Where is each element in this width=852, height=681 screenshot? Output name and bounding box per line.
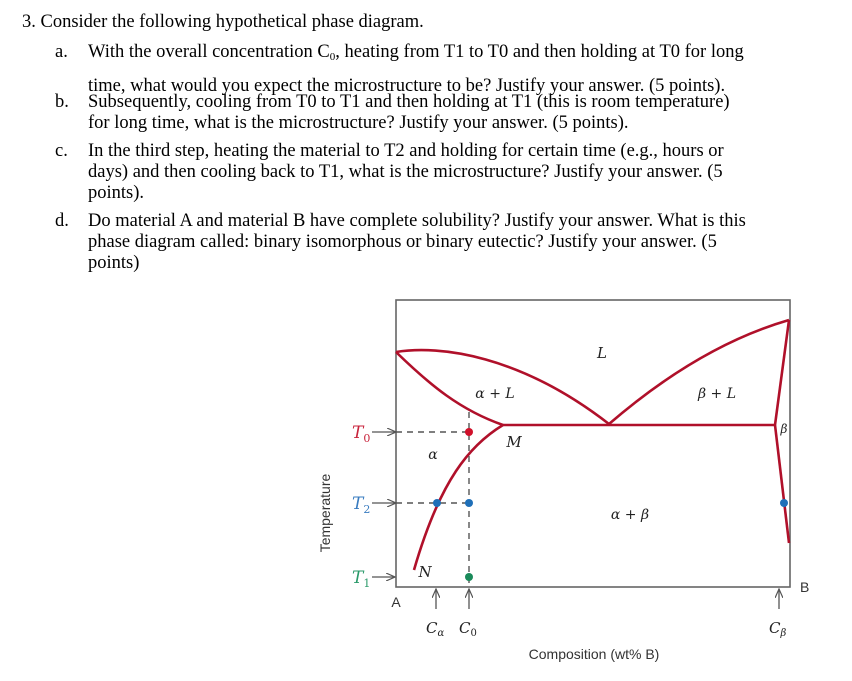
beta-liquidus-line (608, 318, 790, 425)
T0-point (465, 428, 473, 436)
T0-label: T0 (352, 423, 370, 445)
C-beta-subscript: β (779, 628, 786, 639)
region-label-beta-plus-liquid: β + L (697, 386, 736, 402)
component-B-label: B (800, 579, 809, 595)
dashed-guides (396, 412, 470, 587)
C-beta-name: C (769, 619, 781, 637)
point-label-N: N (417, 563, 432, 581)
region-label-alpha-plus-beta: α + β (611, 507, 649, 523)
C-alpha-label: Cα (426, 619, 444, 639)
component-A-label: A (391, 594, 401, 610)
C-alpha-name: C (426, 619, 438, 637)
T2-beta-point (780, 499, 788, 507)
C0-subscript: 0 (470, 628, 476, 639)
beta-solvus-line (773, 424, 791, 544)
y-axis-title: Temperature (317, 473, 333, 552)
region-label-beta: β (780, 422, 788, 436)
T0-subscript: 0 (363, 432, 370, 445)
region-label-liquid: L (596, 344, 607, 362)
region-label-alpha: α (428, 447, 438, 463)
T2-C0-point (465, 499, 473, 507)
T2-subscript: 2 (363, 503, 370, 516)
point-label-M: M (505, 433, 522, 451)
phase-boundaries (395, 318, 791, 571)
T2-label: T2 (352, 494, 370, 516)
C0-label: C0 (459, 619, 477, 639)
T1-label: T1 (352, 568, 370, 590)
T1-subscript: 1 (363, 577, 370, 590)
region-label-alpha-plus-liquid: α + L (475, 386, 514, 402)
T2-alpha-point (433, 499, 441, 507)
phase-diagram: L α + L β + L α β α + β M N T0 T2 T1 Cα … (317, 299, 809, 662)
x-axis-title: Composition (wt% B) (529, 646, 660, 662)
C-beta-label: Cβ (769, 619, 786, 639)
C-alpha-subscript: α (437, 628, 444, 639)
T1-point (465, 573, 473, 581)
beta-solidus-line (773, 319, 791, 426)
C0-name: C (459, 619, 471, 637)
